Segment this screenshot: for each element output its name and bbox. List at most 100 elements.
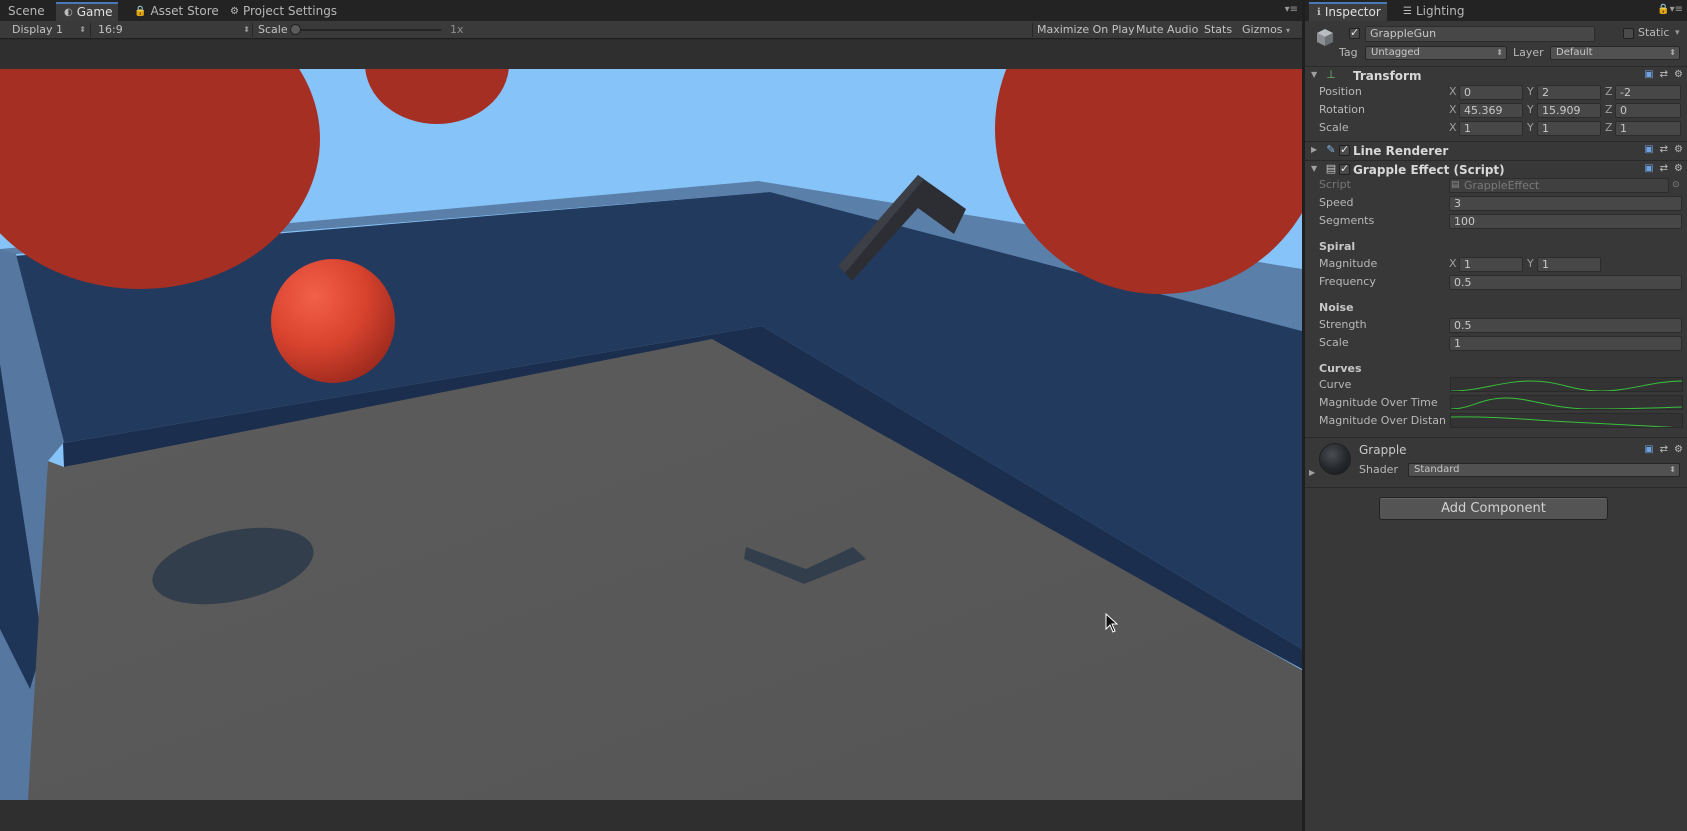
inspector-tab-strip: ℹ Inspector ☰ Lighting 🔒▾≡	[1305, 0, 1687, 21]
scale-y-field[interactable]: 1	[1537, 121, 1601, 136]
component-buttons: ▣ ⇄ ⚙	[1644, 163, 1683, 174]
scale-label: Scale	[1319, 121, 1349, 134]
tab-label: Scene	[8, 4, 45, 18]
material-preview-sphere[interactable]	[1319, 443, 1351, 475]
magnitude-over-time-preview	[1451, 397, 1682, 409]
tab-inspector[interactable]: ℹ Inspector	[1309, 2, 1387, 21]
object-picker-icon[interactable]: ⊙	[1672, 178, 1680, 192]
line-renderer-title: Line Renderer	[1353, 144, 1449, 158]
static-checkbox[interactable]	[1623, 28, 1634, 39]
spiral-header: Spiral	[1319, 240, 1356, 253]
foldout-closed-icon[interactable]: ▶	[1311, 145, 1317, 154]
tab-scene[interactable]: Scene	[0, 2, 51, 21]
preset-icon[interactable]: ⇄	[1660, 163, 1668, 174]
line-renderer-enabled-checkbox[interactable]	[1339, 143, 1350, 156]
tab-asset-store[interactable]: 🔒 Asset Store	[126, 2, 225, 21]
axis-z-label: Z	[1605, 85, 1613, 98]
aspect-dropdown[interactable]: 16:9 ⬍	[88, 22, 252, 38]
segments-label: Segments	[1319, 214, 1375, 227]
position-z-field[interactable]: -2	[1615, 85, 1681, 100]
game-viewport[interactable]	[0, 69, 1302, 800]
aspect-value: 16:9	[98, 23, 123, 36]
strength-field[interactable]: 0.5	[1449, 318, 1682, 333]
panel-menu-icon[interactable]: ▾≡	[1285, 4, 1298, 15]
preset-icon[interactable]: ⇄	[1660, 144, 1668, 155]
scale-label: Scale	[258, 23, 288, 36]
curve-field[interactable]	[1450, 377, 1683, 392]
gameobject-name-field[interactable]: GrappleGun	[1365, 26, 1595, 42]
grapple-effect-enabled-checkbox[interactable]	[1339, 162, 1350, 175]
foldout-closed-icon[interactable]: ▶	[1309, 468, 1315, 477]
mouse-cursor-icon	[1105, 613, 1119, 633]
component-settings-gear-icon[interactable]: ⚙	[1674, 69, 1683, 80]
scale-slider-thumb[interactable]	[290, 24, 301, 35]
axis-y-label: Y	[1527, 121, 1534, 134]
shader-label: Shader	[1359, 463, 1398, 476]
help-book-icon[interactable]: ▣	[1644, 69, 1653, 80]
material-separator	[1305, 437, 1687, 438]
tab-game[interactable]: ◐ Game	[56, 2, 119, 21]
curves-header: Curves	[1319, 362, 1362, 375]
tab-lighting[interactable]: ☰ Lighting	[1395, 2, 1470, 21]
frequency-field[interactable]: 0.5	[1449, 275, 1682, 290]
mute-audio-button[interactable]: Mute Audio	[1132, 22, 1202, 38]
rotation-y-field[interactable]: 15.909	[1537, 103, 1601, 118]
help-book-icon[interactable]: ▣	[1644, 163, 1653, 174]
component-buttons: ▣ ⇄ ⚙	[1644, 69, 1683, 80]
tag-dropdown[interactable]: Untagged	[1365, 46, 1507, 60]
position-x-field[interactable]: 0	[1459, 85, 1523, 100]
preset-icon[interactable]: ⇄	[1660, 69, 1668, 80]
display-dropdown[interactable]: Display 1 ⬍	[2, 22, 88, 38]
tab-label: Inspector	[1324, 5, 1381, 19]
magnitude-over-distance-field[interactable]	[1450, 413, 1683, 428]
inspector-lock-icon[interactable]: 🔒▾≡	[1657, 4, 1683, 15]
gameobject-active-checkbox[interactable]	[1349, 26, 1360, 39]
help-book-icon[interactable]: ▣	[1644, 144, 1653, 155]
magnitude-over-distance-preview	[1451, 416, 1676, 427]
speed-field[interactable]: 3	[1449, 196, 1682, 211]
static-dropdown-icon[interactable]: ▾	[1675, 26, 1680, 40]
shader-dropdown[interactable]: Standard	[1408, 463, 1680, 477]
rotation-x-field[interactable]: 45.369	[1459, 103, 1523, 118]
scale-slider-track[interactable]	[296, 29, 442, 31]
scale-x-field[interactable]: 1	[1459, 121, 1523, 136]
gizmos-button[interactable]: Gizmos ▾	[1238, 22, 1294, 38]
scale-z-field[interactable]: 1	[1615, 121, 1681, 136]
maximize-on-play-button[interactable]: Maximize On Play	[1033, 22, 1139, 38]
grapple-effect-header[interactable]: ▼ ▤ Grapple Effect (Script) ▣ ⇄ ⚙	[1305, 160, 1687, 178]
magnitude-over-time-field[interactable]	[1450, 395, 1683, 410]
line-renderer-header[interactable]: ▶ ✎ Line Renderer ▣ ⇄ ⚙	[1305, 141, 1687, 159]
speed-label: Speed	[1319, 196, 1354, 209]
transform-header[interactable]: ▼ ⊥ Transform ▣ ⇄ ⚙	[1305, 66, 1687, 84]
strength-label: Strength	[1319, 318, 1367, 331]
layer-dropdown[interactable]: Default	[1550, 46, 1680, 60]
rotation-z-field[interactable]: 0	[1615, 103, 1681, 118]
component-settings-gear-icon[interactable]: ⚙	[1674, 144, 1683, 155]
grapple-effect-title: Grapple Effect (Script)	[1353, 163, 1505, 177]
preset-icon[interactable]: ⇄	[1660, 444, 1668, 455]
noise-scale-field[interactable]: 1	[1449, 336, 1682, 351]
magnitude-x-field[interactable]: 1	[1459, 257, 1523, 272]
axis-y-label: Y	[1527, 257, 1534, 270]
help-book-icon[interactable]: ▣	[1644, 444, 1653, 455]
magnitude-y-field[interactable]: 1	[1537, 257, 1601, 272]
dropdown-arrows-icon: ⬍	[243, 25, 250, 34]
component-settings-gear-icon[interactable]: ⚙	[1674, 163, 1683, 174]
axis-z-label: Z	[1605, 103, 1613, 116]
game-toolbar: Display 1 ⬍ 16:9 ⬍ Scale 1x Maximize On …	[0, 21, 1302, 39]
axis-y-label: Y	[1527, 85, 1534, 98]
segments-field[interactable]: 100	[1449, 214, 1682, 229]
material-settings-gear-icon[interactable]: ⚙	[1674, 444, 1683, 455]
foldout-open-icon[interactable]: ▼	[1311, 164, 1317, 173]
curve-preview	[1451, 380, 1682, 391]
position-y-field[interactable]: 2	[1537, 85, 1601, 100]
gear-icon: ⚙	[230, 6, 239, 17]
scale-value: 1x	[450, 23, 464, 36]
tab-project-settings[interactable]: ⚙ Project Settings	[222, 2, 343, 21]
add-component-button[interactable]: Add Component	[1379, 497, 1608, 520]
curve-label: Curve	[1319, 378, 1352, 391]
game-panel: Scene ◐ Game 🔒 Asset Store ⚙ Project Set…	[0, 0, 1302, 831]
foldout-open-icon[interactable]: ▼	[1311, 70, 1317, 79]
component-buttons: ▣ ⇄ ⚙	[1644, 144, 1683, 155]
stats-button[interactable]: Stats	[1200, 22, 1236, 38]
